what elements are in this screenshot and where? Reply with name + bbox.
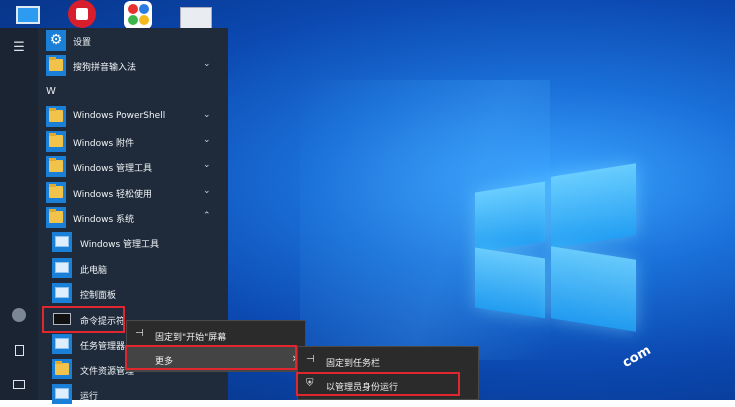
app-item-label: Windows 管理工具 — [73, 164, 153, 174]
chevron-down-icon: ⌄ — [203, 160, 211, 170]
folder-tile — [46, 131, 66, 152]
gear-icon: ⚙ — [49, 32, 63, 48]
task-manager-tile — [52, 334, 72, 354]
desktop-icons — [0, 0, 735, 32]
run-tile — [52, 384, 72, 404]
chevron-down-icon: ⌄ — [203, 135, 211, 145]
windows-logo-pane — [551, 163, 636, 249]
folder-icon — [49, 108, 63, 122]
sub-item-label: Windows 管理工具 — [80, 240, 160, 250]
start-menu-rail: ☰ — [0, 28, 38, 400]
app-item-label: 设置 — [73, 38, 92, 48]
hamburger-icon[interactable]: ☰ — [9, 38, 29, 58]
folder-tile — [46, 55, 66, 76]
highlight-box — [125, 345, 297, 370]
folder-tile — [46, 182, 66, 203]
file-explorer-tile — [52, 359, 72, 379]
pin-to-start-item[interactable]: ⊣ 固定到"开始"屏幕 — [127, 323, 305, 347]
app-item-label: Windows 系统 — [73, 215, 135, 225]
folder-icon — [49, 184, 63, 198]
chevron-down-icon: ⌄ — [203, 186, 211, 196]
app-item-admin-tools[interactable]: Windows 管理工具 ⌄ — [38, 154, 228, 179]
pin-icon: ⊣ — [135, 328, 144, 339]
folder-tile — [46, 207, 66, 228]
folder-icon — [55, 361, 69, 375]
app-item-label: Windows 附件 — [73, 139, 135, 149]
section-letter[interactable]: W — [46, 86, 56, 97]
this-pc-desktop-icon[interactable] — [10, 0, 46, 30]
app-item-label: 搜狗拼音输入法 — [73, 63, 137, 73]
settings-desktop-icon[interactable] — [178, 0, 214, 32]
folder-icon — [49, 158, 63, 172]
sub-item-control-panel[interactable]: 控制面板 — [38, 281, 228, 306]
app-item-windows-system[interactable]: Windows 系统 ⌃ — [38, 205, 228, 230]
folder-icon — [49, 209, 63, 223]
admin-tools-tile — [52, 232, 72, 252]
app-item-label: Windows 轻松使用 — [73, 190, 153, 200]
pictures-icon[interactable] — [9, 376, 29, 396]
sub-item-this-pc[interactable]: 此电脑 — [38, 256, 228, 281]
control-panel-tile — [52, 283, 72, 303]
windows-logo-pane — [475, 181, 545, 253]
app-item-accessories[interactable]: Windows 附件 ⌄ — [38, 129, 228, 154]
pin-to-taskbar-item[interactable]: ⊣ 固定到任务栏 — [298, 349, 478, 373]
menu-item-label: 固定到任务栏 — [326, 359, 381, 369]
app-desktop-icon[interactable] — [123, 0, 159, 30]
sub-item-label: 此电脑 — [80, 266, 108, 276]
chevron-up-icon: ⌃ — [203, 211, 211, 221]
pin-icon: ⊣ — [306, 354, 315, 365]
user-icon[interactable] — [9, 308, 29, 328]
app-item-label: Windows PowerShell — [73, 111, 166, 121]
folder-tile — [46, 156, 66, 177]
bank-desktop-icon[interactable] — [66, 0, 102, 30]
highlight-box — [42, 306, 125, 333]
chevron-down-icon: ⌄ — [203, 110, 211, 120]
windows-logo-pane — [475, 247, 545, 319]
admin-tools-icon — [55, 236, 69, 247]
sub-item-run[interactable]: 运行 — [38, 382, 228, 407]
folder-icon — [49, 57, 63, 71]
sub-item-admin-tools[interactable]: Windows 管理工具 — [38, 230, 228, 255]
watermark: com — [620, 342, 654, 371]
documents-icon[interactable] — [9, 343, 29, 363]
app-item-powershell[interactable]: Windows PowerShell ⌄ — [38, 104, 228, 129]
folder-tile — [46, 106, 66, 127]
sub-item-label: 控制面板 — [80, 291, 117, 301]
highlight-box — [296, 372, 460, 396]
settings-tile: ⚙ — [46, 30, 66, 51]
app-item-ease-of-access[interactable]: Windows 轻松使用 ⌄ — [38, 180, 228, 205]
run-icon — [55, 388, 69, 399]
task-manager-icon — [55, 338, 69, 349]
this-pc-tile — [52, 258, 72, 278]
menu-item-label: 固定到"开始"屏幕 — [155, 333, 227, 343]
windows-logo-pane — [551, 246, 636, 332]
folder-icon — [49, 133, 63, 147]
sub-item-label: 运行 — [80, 392, 99, 402]
chevron-down-icon: ⌄ — [203, 59, 211, 69]
app-item-sogou[interactable]: 搜狗拼音输入法 ⌄ — [38, 53, 228, 78]
app-item-settings[interactable]: ⚙ 设置 — [38, 28, 228, 53]
sub-item-label: 任务管理器 — [80, 342, 126, 352]
control-panel-icon — [55, 287, 69, 298]
computer-icon — [55, 262, 69, 273]
